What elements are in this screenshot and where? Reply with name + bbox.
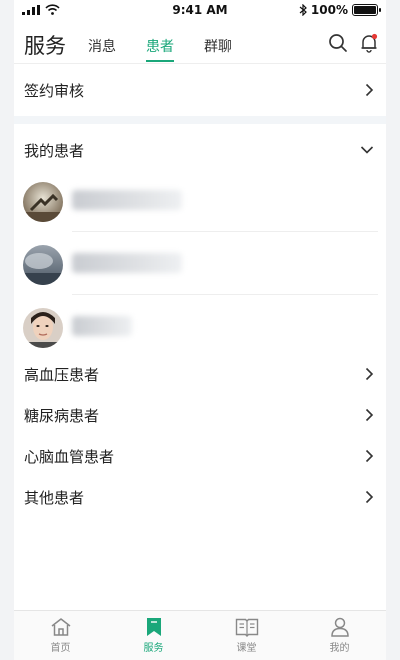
nav-mine[interactable]: 我的	[293, 611, 386, 660]
group-label: 高血压患者	[24, 365, 100, 384]
divider	[72, 231, 378, 232]
patient-name-blurred	[72, 253, 182, 273]
chevron-right-icon	[365, 449, 374, 463]
patient-name-blurred	[72, 190, 182, 210]
page-title: 服务	[24, 34, 66, 58]
tab-messages[interactable]: 消息	[88, 36, 116, 56]
patient-list-item[interactable]	[14, 233, 386, 295]
chevron-right-icon	[365, 408, 374, 422]
section-divider	[14, 116, 386, 124]
chevron-right-icon	[365, 490, 374, 504]
group-other[interactable]: 其他患者	[14, 473, 386, 521]
battery-percent: 100%	[310, 3, 348, 17]
patient-list-item[interactable]	[14, 296, 386, 358]
header-tabs: 消息 患者 群聊	[88, 36, 232, 62]
patient-name-blurred	[72, 316, 132, 336]
sign-review-row[interactable]: 签约审核	[14, 66, 386, 114]
book-icon	[235, 618, 258, 637]
user-icon	[330, 617, 349, 637]
nav-service[interactable]: 服务	[107, 611, 200, 660]
notification-dot	[371, 33, 378, 40]
bookmark-icon	[146, 618, 161, 636]
group-label: 心脑血管患者	[24, 447, 115, 466]
nav-classroom-label: 课堂	[236, 643, 257, 654]
divider	[72, 294, 378, 295]
patient-list-item[interactable]	[14, 170, 386, 232]
nav-service-label: 服务	[143, 643, 164, 654]
group-label: 糖尿病患者	[24, 406, 100, 425]
tab-group-chat[interactable]: 群聊	[204, 36, 232, 56]
search-icon[interactable]	[328, 33, 348, 53]
avatar	[23, 308, 63, 348]
chevron-down-icon	[360, 146, 374, 154]
top-header: 服务 消息 患者 群聊	[14, 22, 386, 64]
chevron-right-icon	[365, 83, 374, 97]
app-screen: 9:41 AM 100% 服务 消息 患者 群聊 签约审核 我的患者 高血压患者…	[14, 0, 386, 660]
my-patients-header[interactable]: 我的患者	[14, 126, 386, 174]
avatar	[23, 245, 63, 285]
bluetooth-icon	[299, 4, 307, 16]
tab-patients[interactable]: 患者	[146, 36, 174, 62]
nav-mine-label: 我的	[329, 643, 350, 654]
avatar	[23, 182, 63, 222]
nav-home-label: 首页	[50, 643, 71, 654]
status-bar: 9:41 AM 100%	[14, 0, 386, 22]
nav-home[interactable]: 首页	[14, 611, 107, 660]
nav-classroom[interactable]: 课堂	[200, 611, 293, 660]
sign-review-label: 签约审核	[24, 81, 85, 100]
bottom-nav: 首页 服务 课堂 我的	[14, 610, 386, 660]
status-right: 100%	[299, 3, 381, 17]
battery-icon	[352, 4, 381, 16]
bell-icon[interactable]	[359, 33, 379, 53]
group-label: 其他患者	[24, 488, 85, 507]
chevron-right-icon	[365, 367, 374, 381]
my-patients-label: 我的患者	[24, 141, 85, 160]
home-icon	[51, 618, 70, 636]
